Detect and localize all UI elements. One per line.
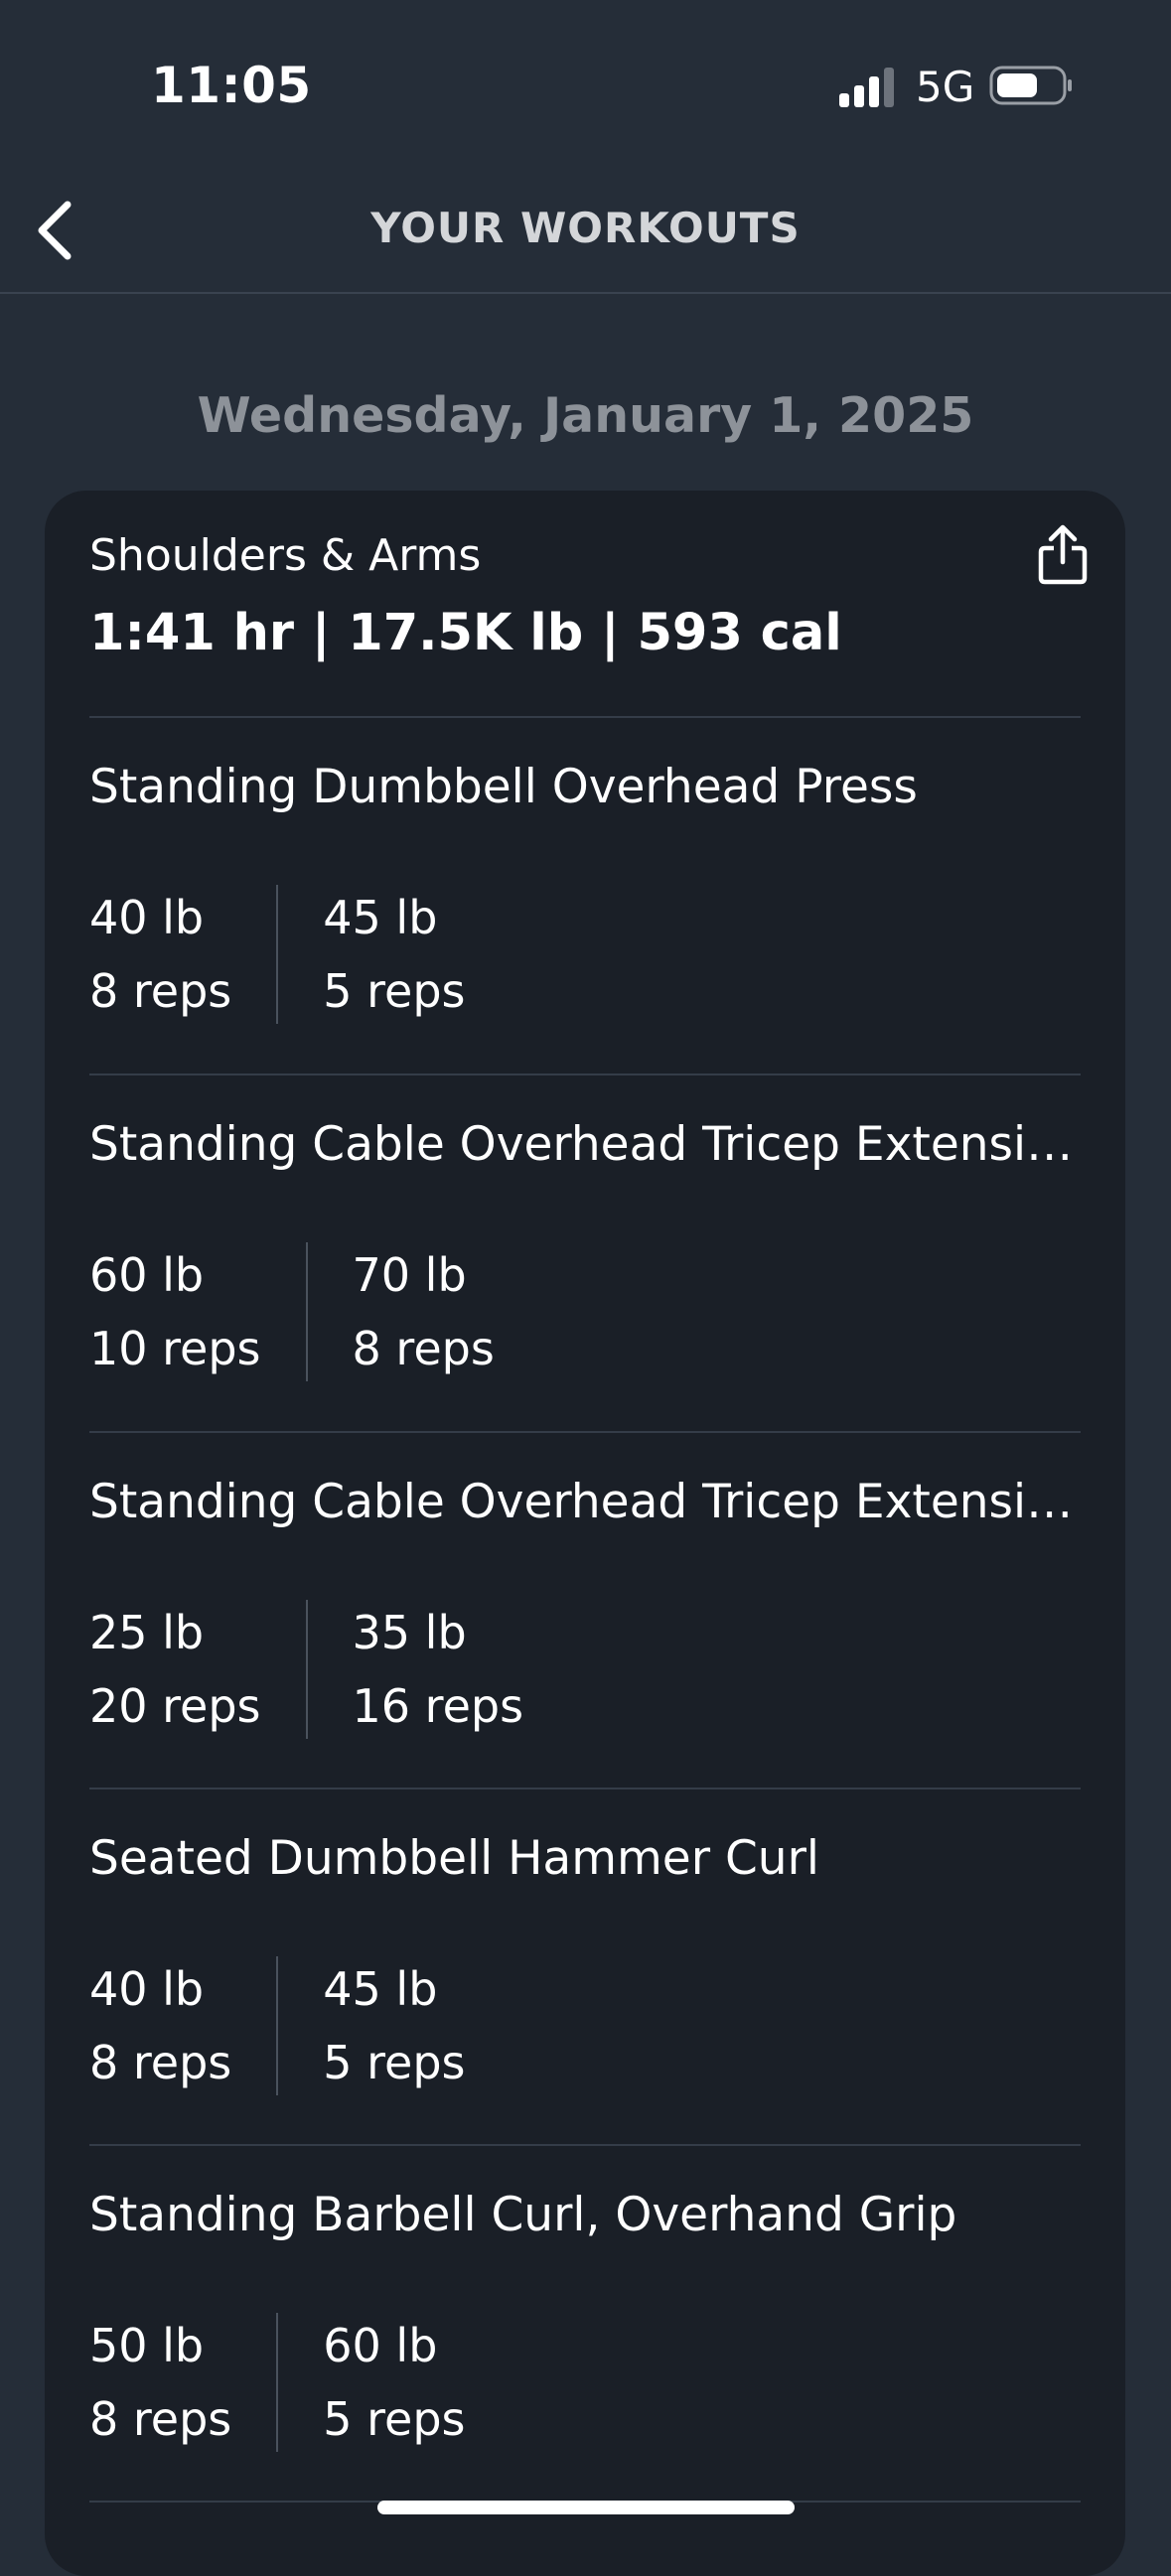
set-reps: 5 reps: [323, 2392, 466, 2446]
battery-icon: [989, 66, 1072, 105]
set-reps: 16 reps: [352, 1679, 524, 1733]
set-weight: 50 lb: [89, 2319, 205, 2372]
navigation-bar: YOUR WORKOUTS: [0, 169, 1171, 294]
workout-name: Shoulders & Arms: [89, 530, 482, 581]
sets-row: 50 lb 8 reps 60 lb 5 reps: [89, 2313, 511, 2452]
set-weight: 40 lb: [89, 1962, 205, 2016]
date-heading: Wednesday, January 1, 2025: [197, 387, 974, 444]
set-entry: 25 lb 20 reps: [89, 1600, 306, 1739]
home-indicator[interactable]: [377, 2501, 795, 2514]
workout-card[interactable]: Shoulders & Arms 1:41 hr | 17.5K lb | 59…: [45, 491, 1125, 2576]
page-title: YOUR WORKOUTS: [370, 204, 801, 252]
sets-row: 25 lb 20 reps 35 lb 16 reps: [89, 1600, 568, 1739]
exercise-item[interactable]: Standing Cable Overhead Tricep Extensio⋯…: [89, 1433, 1083, 1789]
exercise-title: Standing Cable Overhead Tricep Extensio⋯: [89, 1117, 1083, 1172]
set-weight: 70 lb: [352, 1248, 467, 1302]
exercise-title: Standing Dumbbell Overhead Press: [89, 760, 918, 814]
exercise-item[interactable]: Standing Dumbbell Overhead Press 40 lb 8…: [89, 718, 1081, 1073]
set-entry: 40 lb 8 reps: [89, 885, 276, 1024]
set-weight: 60 lb: [323, 2319, 438, 2372]
status-time: 11:05: [151, 57, 312, 114]
sets-row: 40 lb 8 reps 45 lb 5 reps: [89, 885, 511, 1024]
exercise-item[interactable]: Standing Cable Overhead Tricep Extensio⋯…: [89, 1075, 1083, 1431]
set-entry: 60 lb 10 reps: [89, 1242, 306, 1381]
exercise-title: Standing Barbell Curl, Overhand Grip: [89, 2188, 957, 2242]
share-button[interactable]: [1028, 520, 1098, 590]
network-type: 5G: [916, 63, 975, 111]
set-reps: 8 reps: [352, 1322, 495, 1375]
set-reps: 10 reps: [89, 1322, 261, 1375]
set-entry: 35 lb 16 reps: [305, 1600, 569, 1739]
sets-row: 60 lb 10 reps 70 lb 8 reps: [89, 1242, 539, 1381]
set-weight: 35 lb: [352, 1606, 467, 1659]
set-entry: 40 lb 8 reps: [89, 1956, 276, 2095]
status-bar: 11:05 5G: [0, 0, 1171, 169]
set-reps: 20 reps: [89, 1679, 261, 1733]
set-weight: 45 lb: [323, 1962, 438, 2016]
workout-summary: 1:41 hr | 17.5K lb | 593 cal: [89, 604, 842, 662]
set-reps: 8 reps: [89, 2036, 232, 2089]
set-reps: 8 reps: [89, 2392, 232, 2446]
set-weight: 45 lb: [323, 891, 438, 944]
set-weight: 40 lb: [89, 891, 205, 944]
set-entry: 45 lb 5 reps: [276, 885, 510, 1024]
set-weight: 60 lb: [89, 1248, 205, 1302]
set-reps: 5 reps: [323, 2036, 466, 2089]
exercise-title: Seated Dumbbell Hammer Curl: [89, 1831, 819, 1886]
signal-bars-icon: [839, 68, 894, 107]
set-entry: 50 lb 8 reps: [89, 2313, 276, 2452]
set-weight: 25 lb: [89, 1606, 205, 1659]
share-icon: [1038, 524, 1088, 585]
set-reps: 8 reps: [89, 964, 232, 1018]
set-entry: 45 lb 5 reps: [276, 1956, 510, 2095]
set-entry: 60 lb 5 reps: [276, 2313, 510, 2452]
exercise-title: Standing Cable Overhead Tricep Extensio⋯: [89, 1475, 1083, 1529]
exercise-item[interactable]: Seated Dumbbell Hammer Curl 40 lb 8 reps…: [89, 1789, 1081, 2145]
set-entry: 70 lb 8 reps: [305, 1242, 539, 1381]
exercise-item[interactable]: Standing Barbell Curl, Overhand Grip 50 …: [89, 2146, 1081, 2502]
sets-row: 40 lb 8 reps 45 lb 5 reps: [89, 1956, 511, 2095]
set-reps: 5 reps: [323, 964, 466, 1018]
